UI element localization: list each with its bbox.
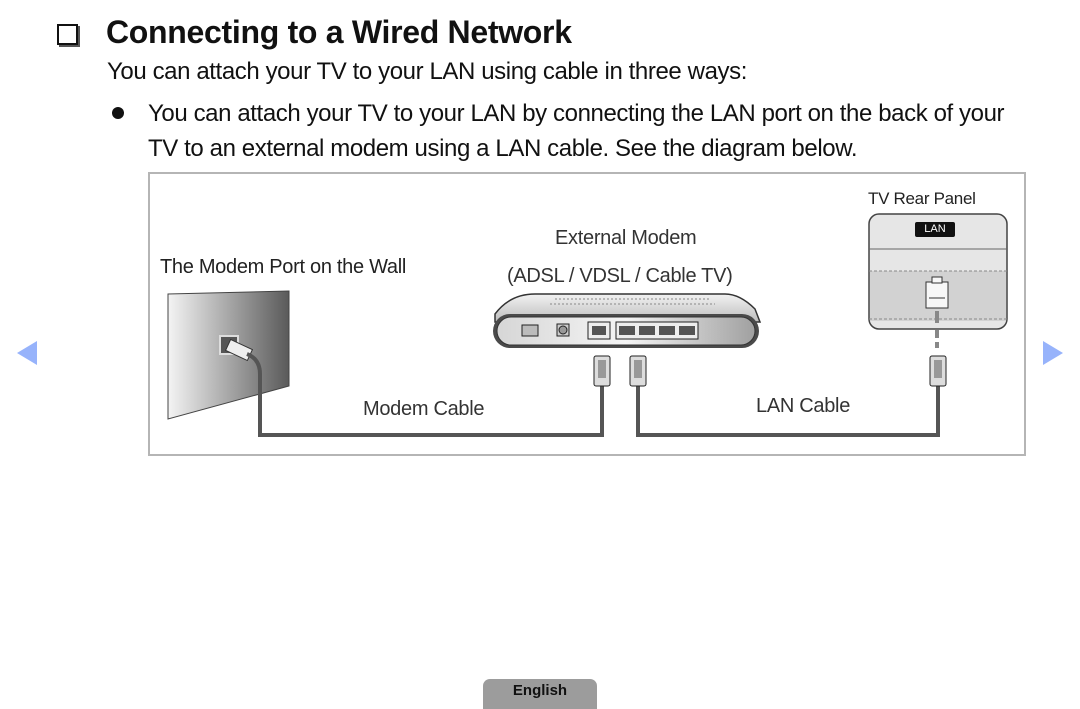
modem-label-line1: External Modem — [555, 227, 697, 249]
bullet-text: You can attach your TV to your LAN by co… — [148, 100, 1005, 162]
diagram-graphics — [167, 213, 1008, 437]
bullet-item: You can attach your TV to your LAN by co… — [112, 96, 1032, 166]
wall-port-label: The Modem Port on the Wall — [160, 256, 407, 278]
wired-network-diagram: The Modem Port on the Wall External Mode… — [148, 172, 1026, 456]
modem-label-line2: (ADSL / VDSL / Cable TV) — [507, 265, 733, 287]
tv-rear-panel-label: TV Rear Panel — [868, 189, 976, 208]
wall-port-illustration — [167, 290, 290, 420]
previous-page-arrow-icon[interactable] — [17, 341, 37, 365]
lan-port-badge: LAN — [915, 222, 955, 237]
next-page-arrow-icon[interactable] — [1043, 341, 1063, 365]
section-heading: Connecting to a Wired Network — [57, 14, 572, 51]
modem-cable-label: Modem Cable — [363, 398, 485, 420]
lan-cable-plug-tv — [929, 355, 947, 387]
modem-cable — [246, 352, 604, 437]
lan-cable-label: LAN Cable — [756, 395, 851, 417]
external-modem-illustration — [493, 293, 762, 348]
lan-cable-plug-modem — [629, 355, 647, 387]
bullet-icon — [112, 107, 124, 119]
modem-cable-plug — [593, 355, 611, 387]
page-title: Connecting to a Wired Network — [106, 14, 572, 50]
intro-text: You can attach your TV to your LAN using… — [107, 58, 747, 85]
checkbox-icon — [57, 24, 78, 45]
